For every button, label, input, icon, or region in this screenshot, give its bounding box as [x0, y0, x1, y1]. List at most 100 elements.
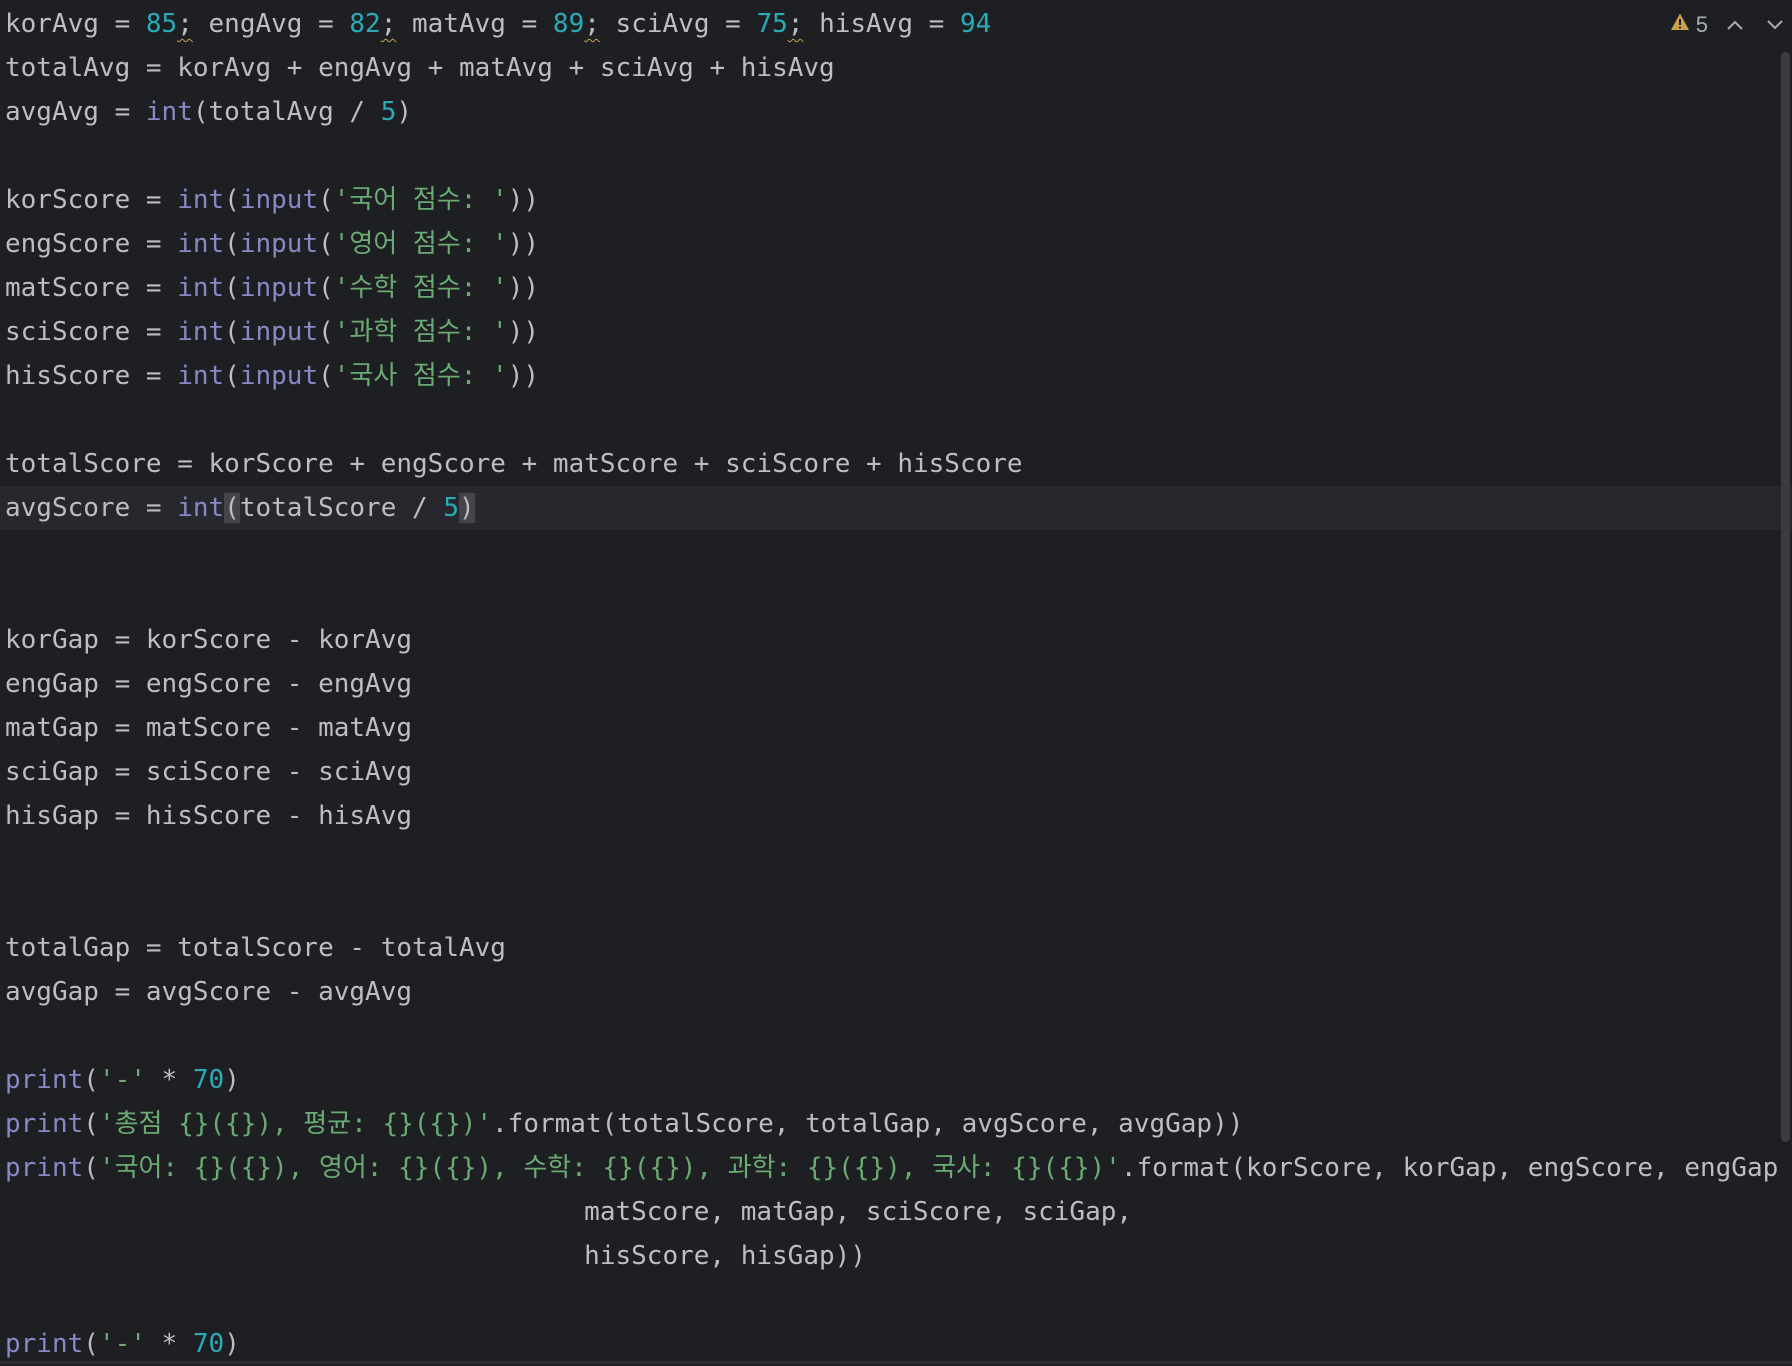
code-token-op: ( [318, 229, 334, 259]
code-token-var: engAvg [208, 9, 303, 39]
code-token-op: = [98, 97, 146, 127]
code-line[interactable]: avgAvg = int(totalAvg / 5) [5, 90, 1792, 134]
code-token-op: + [333, 449, 381, 479]
code-token-op: ; [380, 9, 397, 39]
code-token-builtin: int [177, 229, 225, 259]
code-token-op: - [271, 757, 319, 787]
code-token-builtin: int [177, 361, 225, 391]
code-token-op [396, 9, 412, 39]
code-token-op: = [130, 361, 178, 391]
code-token-var: korAvg [5, 9, 99, 39]
code-token-op: = [912, 9, 960, 39]
code-token-str: '국어: {}({}), 영어: {}({}), 수학: {}({}), 과학:… [98, 1153, 1121, 1183]
inspection-widget: 5 [1670, 10, 1788, 40]
code-line[interactable] [5, 882, 1792, 926]
code-token-op [193, 9, 209, 39]
code-token-num: 70 [192, 1329, 225, 1359]
code-line[interactable] [5, 574, 1792, 618]
code-token-var: totalAvg [208, 97, 334, 127]
code-line[interactable]: sciScore = int(input('과학 점수: ')) [5, 310, 1792, 354]
code-token-var: matAvg [318, 713, 413, 743]
code-line[interactable] [5, 1014, 1792, 1058]
code-area[interactable]: korAvg = 85; engAvg = 82; matAvg = 89; s… [0, 2, 1792, 1366]
code-token-op: ) [396, 97, 413, 127]
warning-triangle-icon [1670, 12, 1690, 38]
code-line[interactable]: korAvg = 85; engAvg = 82; matAvg = 89; s… [5, 2, 1792, 46]
code-token-var: avgScore [5, 493, 131, 523]
code-line[interactable]: korGap = korScore - korAvg [5, 618, 1792, 662]
code-line[interactable]: avgGap = avgScore - avgAvg [5, 970, 1792, 1014]
code-editor[interactable]: korAvg = 85; engAvg = 82; matAvg = 89; s… [0, 0, 1792, 1364]
code-line[interactable]: print('총점 {}({}), 평균: {}({})'.format(tot… [5, 1102, 1792, 1146]
code-token-var: matAvg [458, 53, 553, 83]
code-token-builtin: print [5, 1329, 84, 1359]
code-line[interactable] [5, 134, 1792, 178]
code-token-op: ( [83, 1329, 99, 1359]
code-token-builtin: print [5, 1153, 84, 1183]
code-token-str: '수학 점수: ' [333, 273, 508, 303]
code-token-op: ( [224, 229, 240, 259]
code-token-op: ( [224, 493, 240, 523]
code-token-var: avgAvg [318, 977, 413, 1007]
code-line[interactable]: hisScore, hisGap)) [5, 1234, 1792, 1278]
code-token-var: engAvg [318, 53, 413, 83]
code-token-str: '과학 점수: ' [333, 317, 508, 347]
code-token-op: ) [459, 493, 475, 523]
code-line[interactable]: engScore = int(input('영어 점수: ')) [5, 222, 1792, 266]
code-token-var: sciGap [5, 757, 99, 787]
code-token-num: 82 [349, 9, 381, 39]
code-token-op: ( [224, 361, 240, 391]
code-line[interactable]: totalScore = korScore + engScore + matSc… [5, 442, 1792, 486]
code-token-op: = [130, 185, 178, 215]
chevron-down-icon[interactable] [1762, 12, 1788, 38]
code-line[interactable]: matScore = int(input('수학 점수: ')) [5, 266, 1792, 310]
code-token-op: ( [83, 1153, 99, 1183]
code-token-num: 85 [145, 9, 178, 39]
code-token-op: = [130, 493, 178, 523]
code-line[interactable]: engGap = engScore - engAvg [5, 662, 1792, 706]
code-token-var: sciScore [145, 757, 272, 787]
code-token-op: - [271, 801, 319, 831]
code-token-var: engAvg [318, 669, 413, 699]
code-token-op: ) [224, 1329, 240, 1359]
code-line[interactable] [5, 398, 1792, 442]
code-token-var: matGap [5, 713, 99, 743]
code-line[interactable]: korScore = int(input('국어 점수: ')) [5, 178, 1792, 222]
code-token-op: = [130, 229, 178, 259]
code-line[interactable]: totalAvg = korAvg + engAvg + matAvg + sc… [5, 46, 1792, 90]
code-token-var: hisScore [897, 449, 1023, 479]
code-token-var: totalScore [177, 933, 334, 963]
chevron-up-icon[interactable] [1722, 12, 1748, 38]
code-token-var: hisAvg [318, 801, 413, 831]
vertical-scrollbar[interactable] [1781, 52, 1790, 1142]
code-line[interactable]: matScore, matGap, sciScore, sciGap, [5, 1190, 1792, 1234]
code-line[interactable]: avgScore = int(totalScore / 5) [0, 486, 1792, 530]
code-token-op: = [98, 977, 146, 1007]
code-token-op: ( [83, 1109, 99, 1139]
code-line[interactable]: sciGap = sciScore - sciAvg [5, 750, 1792, 794]
code-token-op: )) [507, 229, 540, 259]
code-line[interactable] [5, 530, 1792, 574]
code-token-op: = [98, 757, 146, 787]
warnings-indicator[interactable]: 5 [1670, 12, 1708, 38]
code-line[interactable]: print('-' * 70) [5, 1058, 1792, 1102]
code-token-var: korAvg [318, 625, 413, 655]
code-token-builtin: print [5, 1065, 84, 1095]
code-token-op: + [850, 449, 898, 479]
code-token-op: .format(korScore, korGap, engScore, engG… [1120, 1153, 1779, 1183]
code-line[interactable]: totalGap = totalScore - totalAvg [5, 926, 1792, 970]
code-line[interactable]: print('국어: {}({}), 영어: {}({}), 수학: {}({}… [5, 1146, 1792, 1190]
code-line[interactable]: matGap = matScore - matAvg [5, 706, 1792, 750]
code-token-var: matScore [5, 273, 131, 303]
code-token-var: hisScore [145, 801, 272, 831]
code-token-num: 70 [192, 1065, 225, 1095]
code-line[interactable]: hisScore = int(input('국사 점수: ')) [5, 354, 1792, 398]
code-token-builtin: int [177, 273, 225, 303]
code-token-op: - [271, 625, 319, 655]
code-token-op: ( [192, 97, 209, 127]
code-token-var: avgGap [5, 977, 99, 1007]
code-line[interactable]: print('-' * 70) [5, 1322, 1792, 1366]
code-line[interactable] [5, 838, 1792, 882]
code-line[interactable] [5, 1278, 1792, 1322]
code-line[interactable]: hisGap = hisScore - hisAvg [5, 794, 1792, 838]
